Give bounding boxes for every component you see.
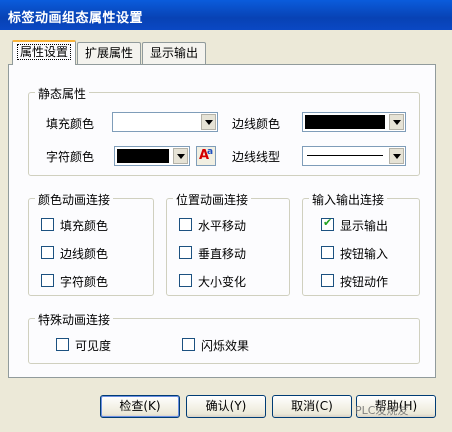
checkbox-label: 填充颜色 (60, 219, 109, 233)
checkbox-label: 闪烁效果 (201, 339, 250, 353)
checkbox-button-action[interactable] (321, 274, 334, 287)
border-color-combo[interactable] (302, 112, 406, 132)
font-color-combo[interactable] (114, 146, 190, 166)
cancel-button[interactable]: 取消(C) (272, 395, 352, 418)
checkbox-label: 按钮动作 (340, 275, 389, 289)
checkbox-label: 边线颜色 (60, 247, 109, 261)
checkbox-label: 按钮输入 (340, 247, 389, 261)
font-color-label: 字符颜色 (46, 150, 95, 164)
checkbox-label: 大小变化 (198, 275, 247, 289)
fill-color-combo[interactable] (112, 112, 218, 132)
checkbox-size-change[interactable] (179, 274, 192, 287)
ok-button[interactable]: 确认(Y) (186, 395, 266, 418)
checkbox-border-color[interactable] (41, 246, 54, 259)
checkbox-button-input[interactable] (321, 246, 334, 259)
group-title: 静态属性 (35, 85, 90, 102)
checkbox-blink-effect[interactable] (182, 338, 195, 351)
tab-property-settings[interactable]: 属性设置 (12, 40, 76, 65)
tab-extended-properties[interactable]: 扩展属性 (77, 42, 141, 64)
group-title: 特殊动画连接 (35, 311, 114, 328)
border-color-swatch (305, 115, 385, 129)
tab-label: 显示输出 (149, 46, 198, 60)
tab-display-output[interactable]: 显示输出 (142, 42, 206, 64)
checkbox-label: 显示输出 (340, 219, 389, 233)
checkbox-fill-color[interactable] (41, 218, 54, 231)
window-title: 标签动画组态属性设置 (8, 11, 144, 26)
font-button[interactable]: Aa (196, 146, 216, 166)
check-button[interactable]: 检查(K) (100, 395, 180, 418)
checkbox-horizontal-move[interactable] (179, 218, 192, 231)
border-style-combo[interactable] (302, 146, 406, 166)
line-style-preview (307, 155, 383, 156)
chevron-down-icon[interactable] (389, 148, 404, 164)
fill-color-label: 填充颜色 (46, 117, 95, 131)
checkbox-label: 水平移动 (198, 219, 247, 233)
tab-label: 扩展属性 (84, 46, 133, 60)
group-title: 颜色动画连接 (35, 191, 114, 208)
checkbox-label: 垂直移动 (198, 247, 247, 261)
font-color-swatch (117, 149, 169, 163)
checkbox-visibility[interactable] (56, 338, 69, 351)
checkbox-display-output[interactable] (321, 216, 334, 231)
tab-label: 属性设置 (16, 44, 72, 60)
border-style-label: 边线线型 (232, 150, 281, 164)
checkbox-font-color[interactable] (41, 274, 54, 287)
group-title: 位置动画连接 (173, 191, 252, 208)
watermark: PLC发烧友 (355, 404, 409, 417)
group-title: 输入输出连接 (309, 191, 388, 208)
title-bar: 标签动画组态属性设置 (0, 0, 452, 30)
checkbox-label: 可见度 (75, 339, 112, 353)
checkbox-vertical-move[interactable] (179, 246, 192, 259)
checkbox-label: 字符颜色 (60, 275, 109, 289)
chevron-down-icon[interactable] (389, 114, 404, 130)
chevron-down-icon[interactable] (201, 114, 216, 130)
chevron-down-icon[interactable] (173, 148, 188, 164)
border-color-label: 边线颜色 (232, 117, 281, 131)
